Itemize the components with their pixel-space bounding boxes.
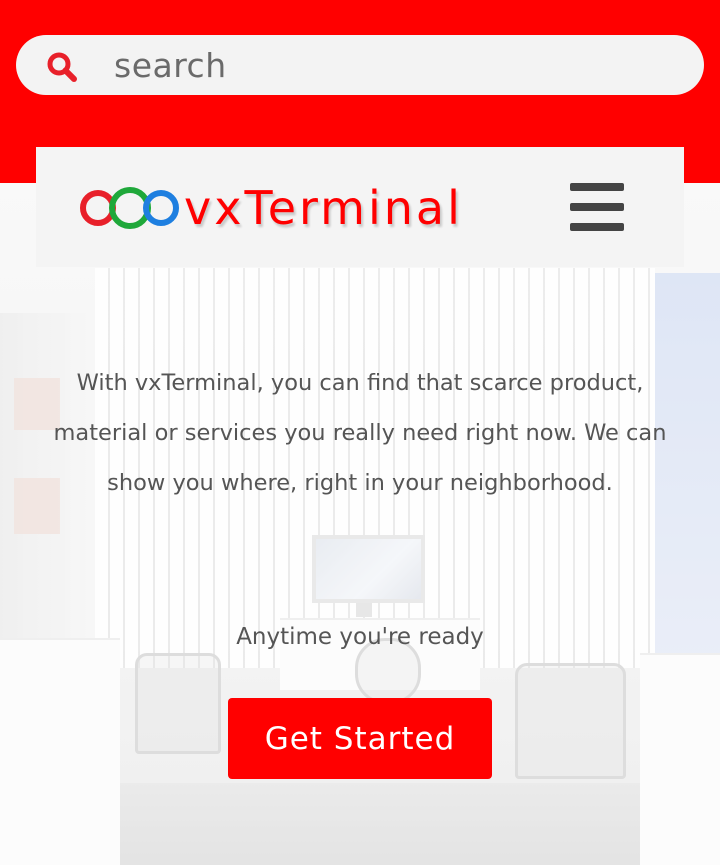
search-icon[interactable] [46, 51, 78, 83]
site-logo[interactable]: vxTerminal [78, 173, 463, 243]
hamburger-menu-icon[interactable] [570, 181, 626, 233]
three-rings-logo-icon [80, 187, 179, 229]
search-bar[interactable] [16, 35, 704, 95]
menu-bar-top [570, 183, 624, 191]
get-started-button[interactable]: Get Started [228, 698, 492, 779]
menu-bar-bottom [570, 223, 624, 231]
hero-description: With vxTerminal, you can find that scarc… [53, 370, 667, 496]
hero-section: With vxTerminal, you can find that scarc… [30, 358, 690, 508]
menu-bar-middle [570, 203, 624, 211]
hero-tagline: Anytime you're ready [236, 624, 484, 650]
site-header: vxTerminal [36, 147, 684, 267]
search-input[interactable] [114, 43, 674, 87]
logo-text: vxTerminal [184, 181, 463, 235]
